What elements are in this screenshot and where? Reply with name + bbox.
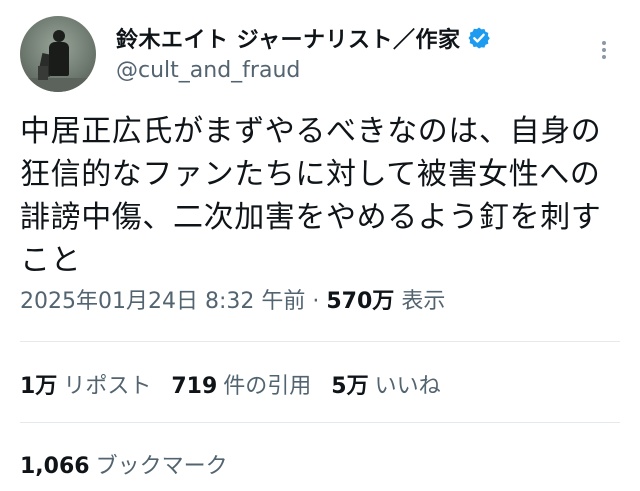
repost-stat[interactable]: 1万 リポスト: [20, 368, 151, 400]
avatar[interactable]: [20, 16, 96, 92]
repost-count: 1万: [20, 374, 58, 399]
tweet-meta: 2025年01月24日 8:32 午前 · 570万 表示: [20, 283, 445, 315]
view-count: 570万: [326, 289, 395, 314]
bookmark-label: ブックマーク: [95, 454, 228, 479]
view-count-label: 表示: [401, 289, 446, 314]
bookmark-stat[interactable]: 1,066 ブックマーク: [20, 448, 228, 480]
more-dots-icon[interactable]: [596, 38, 612, 68]
like-count: 5万: [331, 374, 369, 399]
bookmark-count: 1,066: [20, 454, 90, 479]
engagement-stats: 1万 リポスト 719 件の引用 5万 いいね: [20, 368, 461, 400]
quote-count: 719: [171, 374, 218, 399]
quote-label: 件の引用: [223, 374, 312, 399]
quote-stat[interactable]: 719 件の引用: [171, 368, 311, 400]
verified-badge-icon: [468, 27, 490, 49]
repost-label: リポスト: [63, 374, 152, 399]
tweet-timestamp[interactable]: 2025年01月24日 8:32 午前: [20, 289, 305, 314]
meta-separator: ·: [312, 289, 320, 314]
author-display-name[interactable]: 鈴木エイト ジャーナリスト／作家: [116, 22, 461, 54]
like-stat[interactable]: 5万 いいね: [331, 368, 440, 400]
tweet-header: 鈴木エイト ジャーナリスト／作家 @cult_and_fraud: [20, 16, 620, 92]
divider: [20, 341, 620, 342]
author-handle[interactable]: @cult_and_fraud: [116, 58, 300, 83]
author-name-row: 鈴木エイト ジャーナリスト／作家: [116, 22, 491, 54]
tweet-text: 中居正広氏がまずやるべきなのは、自身の狂信的なファンたちに対して被害女性への誹謗…: [20, 114, 602, 278]
like-label: いいね: [374, 374, 441, 399]
divider: [20, 422, 620, 423]
